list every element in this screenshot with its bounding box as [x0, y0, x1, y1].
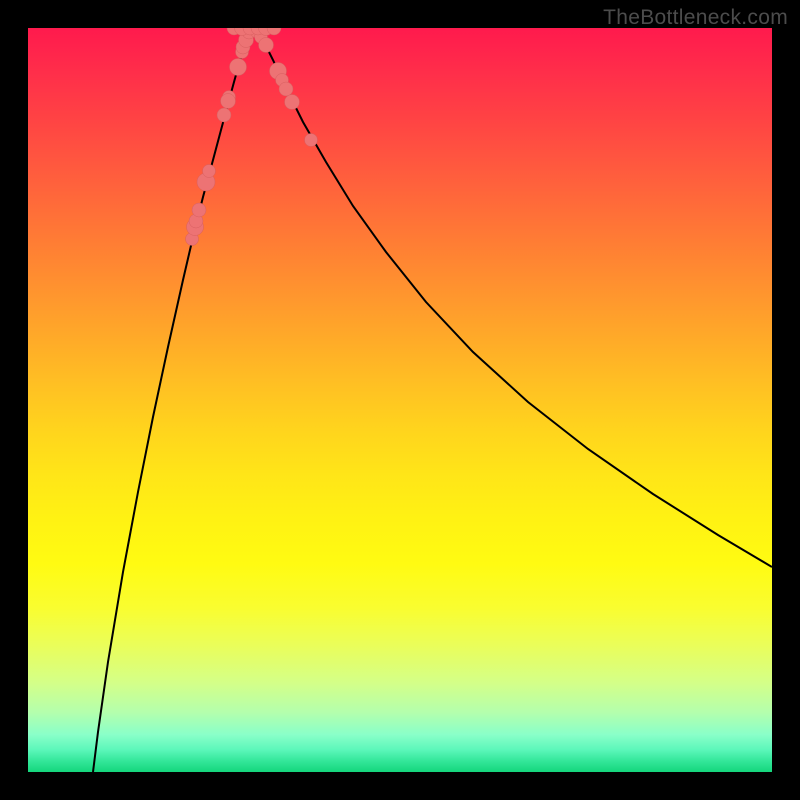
marker-cluster-left [186, 28, 257, 246]
data-marker [230, 59, 247, 76]
chart-stage: TheBottleneck.com [0, 0, 800, 800]
bottleneck-curve-right [254, 28, 772, 567]
data-marker [203, 165, 216, 178]
data-marker [259, 38, 274, 53]
plot-area [28, 28, 772, 772]
data-marker [285, 95, 300, 110]
data-marker [305, 134, 318, 147]
bottleneck-curve-left [93, 28, 254, 772]
data-marker [279, 82, 293, 96]
data-marker [221, 94, 236, 109]
watermark-text: TheBottleneck.com [603, 6, 788, 30]
chart-svg [28, 28, 772, 772]
data-marker [217, 108, 231, 122]
data-marker [192, 203, 206, 217]
